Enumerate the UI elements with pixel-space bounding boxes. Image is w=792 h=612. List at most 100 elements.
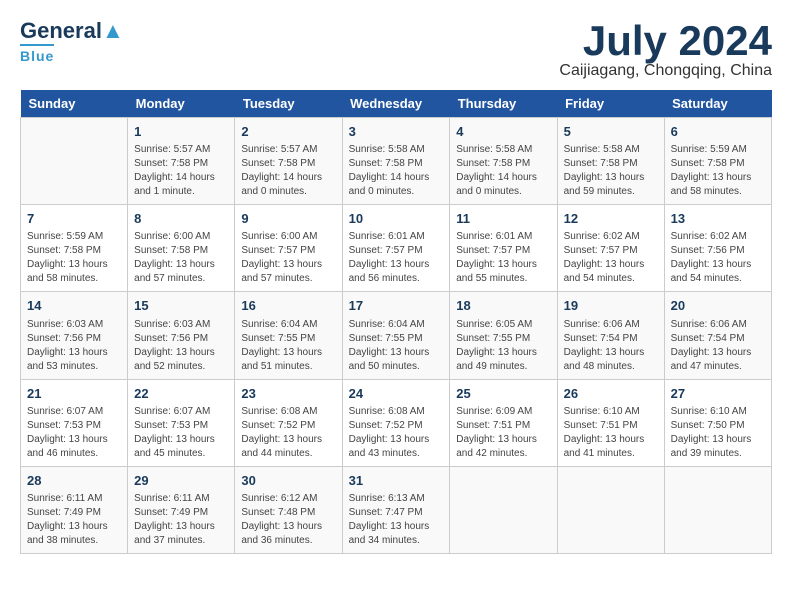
day-info: Sunrise: 6:10 AM Sunset: 7:51 PM Dayligh… — [564, 405, 658, 461]
day-cell: 8Sunrise: 6:00 AM Sunset: 7:58 PM Daylig… — [128, 205, 235, 292]
day-info: Sunrise: 6:01 AM Sunset: 7:57 PM Dayligh… — [456, 230, 550, 286]
day-info: Sunrise: 6:01 AM Sunset: 7:57 PM Dayligh… — [349, 230, 444, 286]
day-cell: 5 Sunrise: 5:58 AM Sunset: 7:58 PM Daylig… — [557, 118, 664, 205]
week-row-3: 14 Sunrise: 6:03 AM Sunset: 7:56 PM Dayli… — [21, 292, 772, 379]
day-cell: 1 Sunrise: 5:57 AM Sunset: 7:58 PM Daylig… — [128, 118, 235, 205]
day-number: 7 — [27, 210, 121, 228]
day-cell: 7Sunrise: 5:59 AM Sunset: 7:58 PM Daylig… — [21, 205, 128, 292]
day-cell: 15Sunrise: 6:03 AM Sunset: 7:56 PM Dayli… — [128, 292, 235, 379]
day-cell: 18Sunrise: 6:05 AM Sunset: 7:55 PM Dayli… — [450, 292, 557, 379]
calendar-table: SundayMondayTuesdayWednesdayThursdayFrid… — [20, 90, 772, 554]
day-cell: 24 Sunrise: 6:08 AM Sunset: 7:52 PM Dayli… — [342, 379, 450, 466]
day-info: Sunrise: 6:03 AM Sunset: 7:56 PM Dayligh… — [27, 318, 121, 374]
day-cell: 30 Sunrise: 6:12 AM Sunset: 7:48 PM Dayli… — [235, 466, 342, 553]
calendar-body: 1 Sunrise: 5:57 AM Sunset: 7:58 PM Daylig… — [21, 118, 772, 554]
day-number: 11 — [456, 210, 550, 228]
logo-general: General▲ — [20, 20, 124, 42]
header-wednesday: Wednesday — [342, 90, 450, 118]
day-info: Sunrise: 6:10 AM Sunset: 7:50 PM Dayligh… — [671, 405, 765, 461]
day-cell: 19 Sunrise: 6:06 AM Sunset: 7:54 PM Dayli… — [557, 292, 664, 379]
day-cell: 23 Sunrise: 6:08 AM Sunset: 7:52 PM Dayli… — [235, 379, 342, 466]
day-cell: 13 Sunrise: 6:02 AM Sunset: 7:56 PM Dayli… — [664, 205, 771, 292]
day-number: 8 — [134, 210, 228, 228]
day-cell — [21, 118, 128, 205]
day-number: 10 — [349, 210, 444, 228]
day-info: Sunrise: 6:04 AM Sunset: 7:55 PM Dayligh… — [241, 318, 335, 374]
logo-icon: ▲ — [102, 18, 124, 43]
day-cell: 25Sunrise: 6:09 AM Sunset: 7:51 PM Dayli… — [450, 379, 557, 466]
month-year-title: July 2024 — [559, 20, 772, 62]
day-info: Sunrise: 5:58 AM Sunset: 7:58 PM Dayligh… — [564, 143, 658, 199]
day-info: Sunrise: 6:11 AM Sunset: 7:49 PM Dayligh… — [134, 492, 228, 548]
day-cell — [557, 466, 664, 553]
header-tuesday: Tuesday — [235, 90, 342, 118]
day-cell: 9 Sunrise: 6:00 AM Sunset: 7:57 PM Daylig… — [235, 205, 342, 292]
day-number: 9 — [241, 210, 335, 228]
day-info: Sunrise: 6:13 AM Sunset: 7:47 PM Dayligh… — [349, 492, 444, 548]
day-cell: 17Sunrise: 6:04 AM Sunset: 7:55 PM Dayli… — [342, 292, 450, 379]
day-cell — [450, 466, 557, 553]
day-info: Sunrise: 5:58 AM Sunset: 7:58 PM Dayligh… — [349, 143, 444, 199]
day-cell: 31Sunrise: 6:13 AM Sunset: 7:47 PM Dayli… — [342, 466, 450, 553]
day-number: 3 — [349, 123, 444, 141]
day-info: Sunrise: 6:02 AM Sunset: 7:56 PM Dayligh… — [671, 230, 765, 286]
day-number: 23 — [241, 385, 335, 403]
day-cell: 22Sunrise: 6:07 AM Sunset: 7:53 PM Dayli… — [128, 379, 235, 466]
calendar-header: SundayMondayTuesdayWednesdayThursdayFrid… — [21, 90, 772, 118]
day-cell: 20 Sunrise: 6:06 AM Sunset: 7:54 PM Dayli… — [664, 292, 771, 379]
logo-blue-text: Blue — [20, 44, 54, 64]
day-info: Sunrise: 6:00 AM Sunset: 7:57 PM Dayligh… — [241, 230, 335, 286]
day-number: 18 — [456, 297, 550, 315]
day-number: 21 — [27, 385, 121, 403]
week-row-4: 21 Sunrise: 6:07 AM Sunset: 7:53 PM Dayli… — [21, 379, 772, 466]
day-info: Sunrise: 6:07 AM Sunset: 7:53 PM Dayligh… — [134, 405, 228, 461]
day-number: 19 — [564, 297, 658, 315]
header-friday: Friday — [557, 90, 664, 118]
day-cell: 4 Sunrise: 5:58 AM Sunset: 7:58 PM Daylig… — [450, 118, 557, 205]
day-cell: 3 Sunrise: 5:58 AM Sunset: 7:58 PM Daylig… — [342, 118, 450, 205]
page-header: General▲ Blue July 2024 Caijiagang, Chon… — [20, 20, 772, 80]
day-info: Sunrise: 6:08 AM Sunset: 7:52 PM Dayligh… — [349, 405, 444, 461]
day-info: Sunrise: 6:06 AM Sunset: 7:54 PM Dayligh… — [671, 318, 765, 374]
day-info: Sunrise: 6:06 AM Sunset: 7:54 PM Dayligh… — [564, 318, 658, 374]
day-cell: 27 Sunrise: 6:10 AM Sunset: 7:50 PM Dayli… — [664, 379, 771, 466]
day-info: Sunrise: 5:58 AM Sunset: 7:58 PM Dayligh… — [456, 143, 550, 199]
day-info: Sunrise: 6:04 AM Sunset: 7:55 PM Dayligh… — [349, 318, 444, 374]
day-info: Sunrise: 6:02 AM Sunset: 7:57 PM Dayligh… — [564, 230, 658, 286]
day-number: 4 — [456, 123, 550, 141]
day-number: 20 — [671, 297, 765, 315]
day-cell: 10 Sunrise: 6:01 AM Sunset: 7:57 PM Dayli… — [342, 205, 450, 292]
day-info: Sunrise: 5:59 AM Sunset: 7:58 PM Dayligh… — [671, 143, 765, 199]
day-cell: 11 Sunrise: 6:01 AM Sunset: 7:57 PM Dayli… — [450, 205, 557, 292]
day-number: 24 — [349, 385, 444, 403]
day-info: Sunrise: 6:03 AM Sunset: 7:56 PM Dayligh… — [134, 318, 228, 374]
location-subtitle: Caijiagang, Chongqing, China — [559, 62, 772, 80]
day-number: 12 — [564, 210, 658, 228]
week-row-2: 7Sunrise: 5:59 AM Sunset: 7:58 PM Daylig… — [21, 205, 772, 292]
day-cell: 16 Sunrise: 6:04 AM Sunset: 7:55 PM Dayli… — [235, 292, 342, 379]
day-number: 1 — [134, 123, 228, 141]
header-row: SundayMondayTuesdayWednesdayThursdayFrid… — [21, 90, 772, 118]
day-info: Sunrise: 6:08 AM Sunset: 7:52 PM Dayligh… — [241, 405, 335, 461]
day-number: 5 — [564, 123, 658, 141]
header-saturday: Saturday — [664, 90, 771, 118]
day-info: Sunrise: 6:11 AM Sunset: 7:49 PM Dayligh… — [27, 492, 121, 548]
title-area: July 2024 Caijiagang, Chongqing, China — [559, 20, 772, 80]
day-number: 27 — [671, 385, 765, 403]
day-cell: 12 Sunrise: 6:02 AM Sunset: 7:57 PM Dayli… — [557, 205, 664, 292]
day-cell: 29 Sunrise: 6:11 AM Sunset: 7:49 PM Dayli… — [128, 466, 235, 553]
header-sunday: Sunday — [21, 90, 128, 118]
day-number: 14 — [27, 297, 121, 315]
day-number: 29 — [134, 472, 228, 490]
day-info: Sunrise: 6:12 AM Sunset: 7:48 PM Dayligh… — [241, 492, 335, 548]
day-cell — [664, 466, 771, 553]
day-number: 13 — [671, 210, 765, 228]
header-monday: Monday — [128, 90, 235, 118]
day-info: Sunrise: 5:57 AM Sunset: 7:58 PM Dayligh… — [134, 143, 228, 199]
day-number: 30 — [241, 472, 335, 490]
day-number: 2 — [241, 123, 335, 141]
day-info: Sunrise: 5:57 AM Sunset: 7:58 PM Dayligh… — [241, 143, 335, 199]
day-number: 16 — [241, 297, 335, 315]
day-cell: 21Sunrise: 6:07 AM Sunset: 7:53 PM Dayli… — [21, 379, 128, 466]
day-cell: 28Sunrise: 6:11 AM Sunset: 7:49 PM Dayli… — [21, 466, 128, 553]
